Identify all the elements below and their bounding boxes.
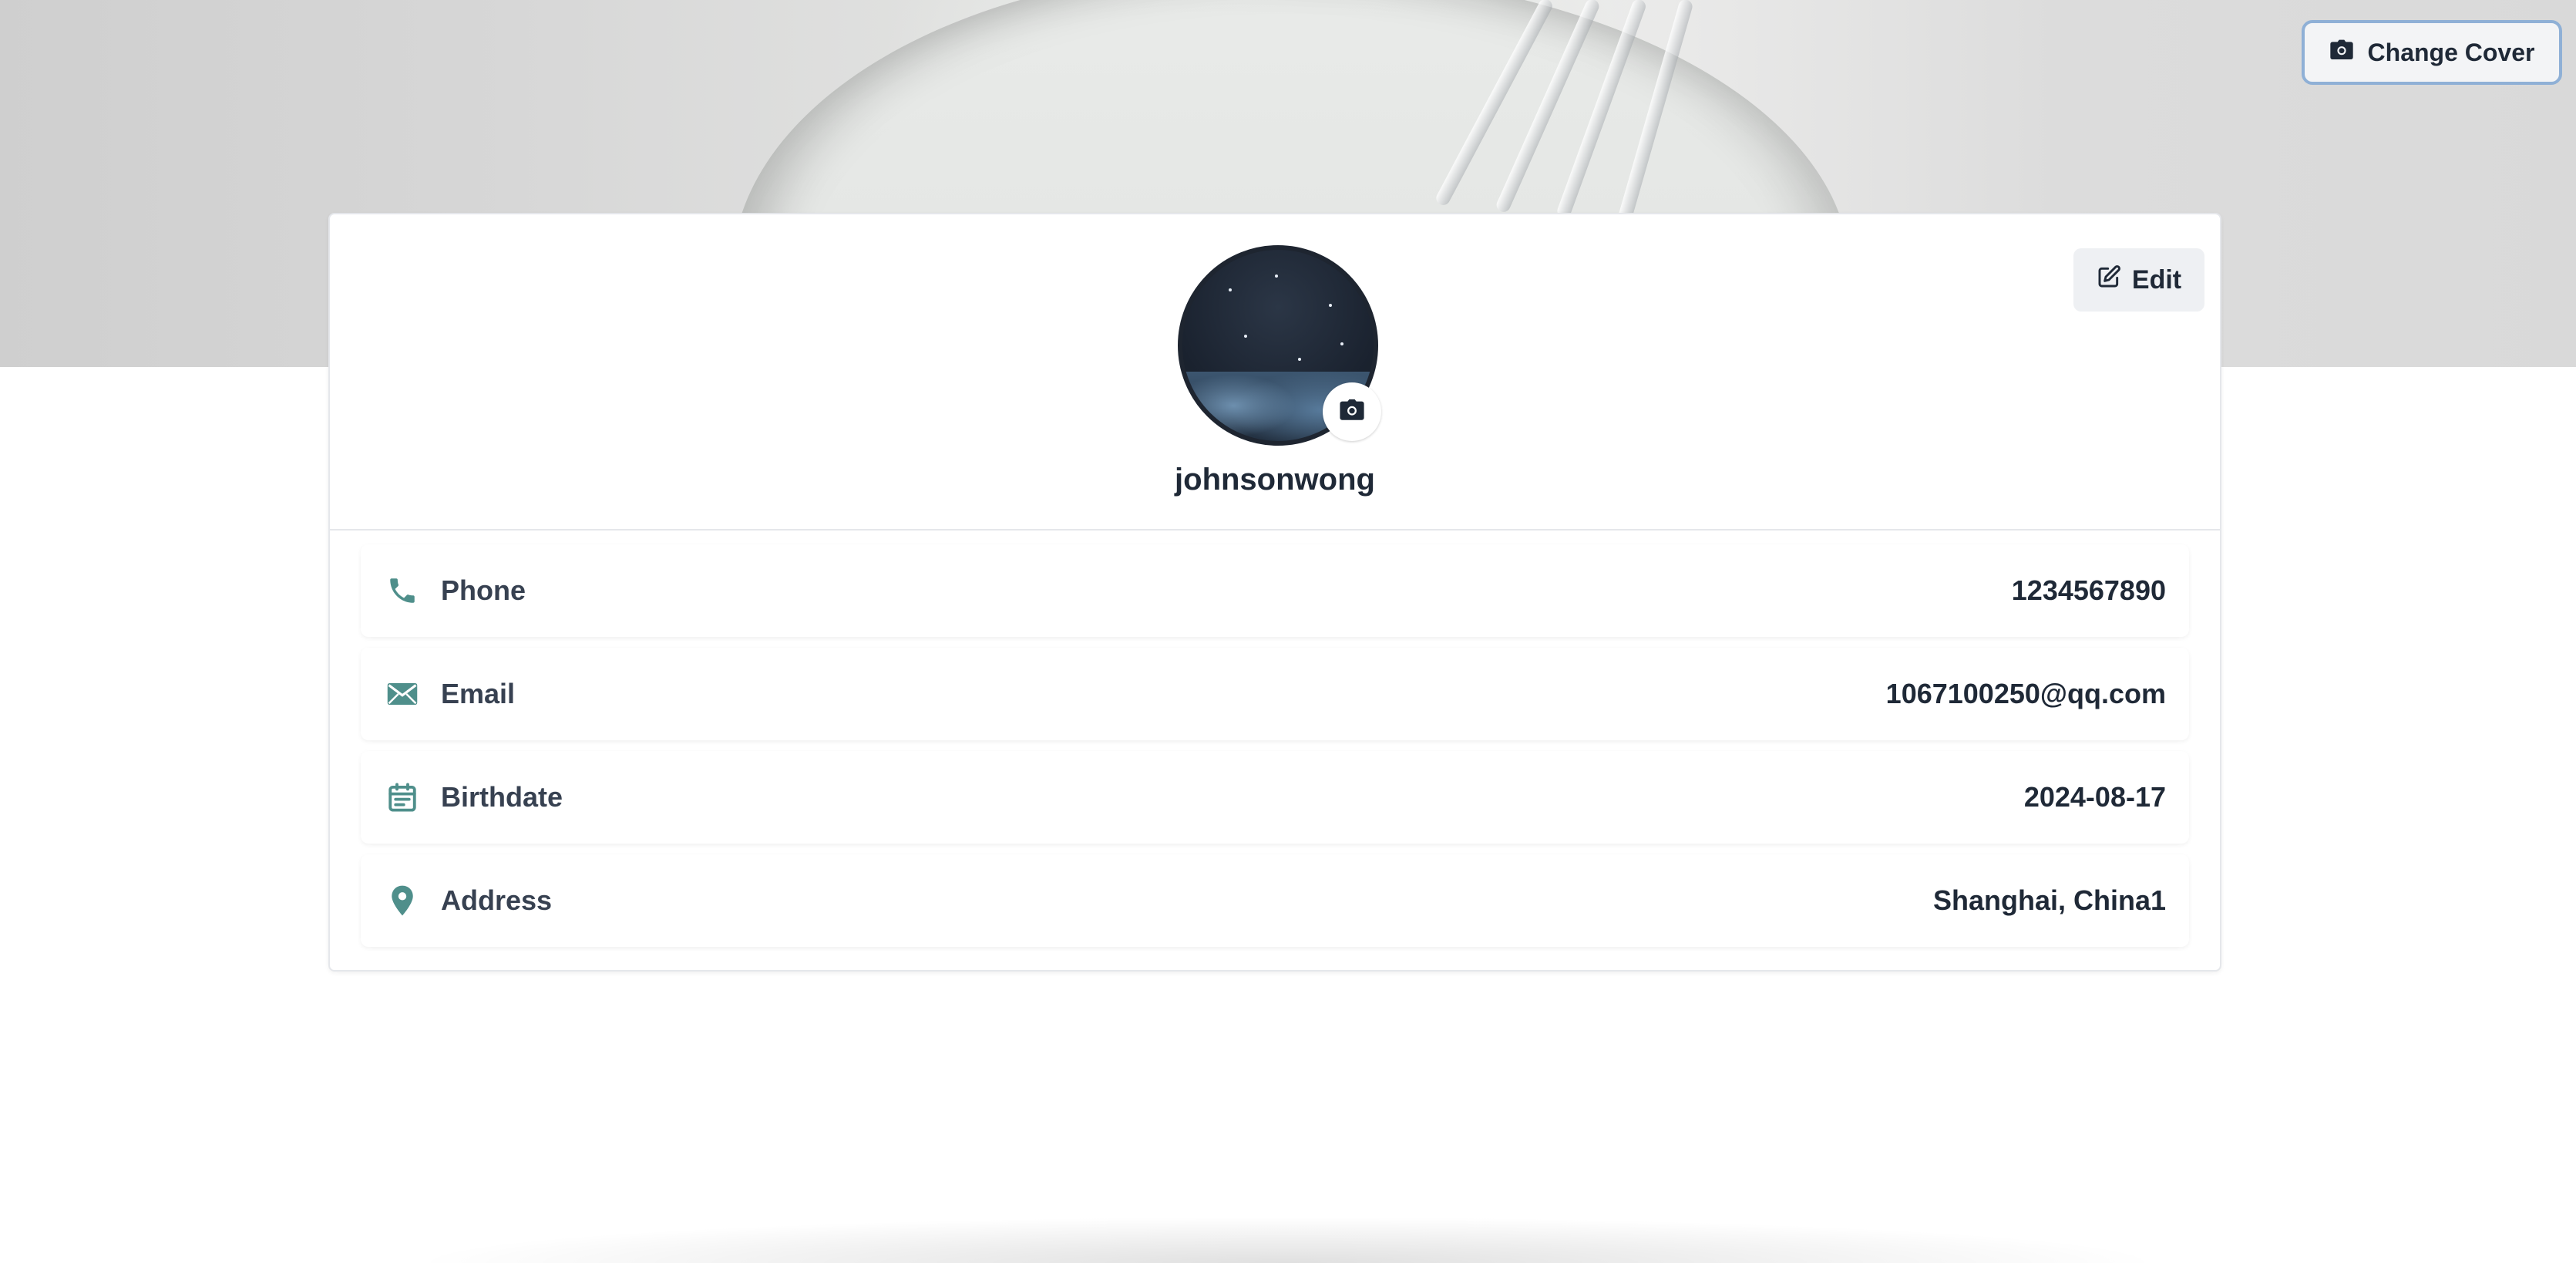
location-pin-icon [384, 882, 421, 919]
profile-details-list: Phone 1234567890 Email 1067100250@qq.com [330, 530, 2220, 947]
bottom-shadow [416, 1217, 2158, 1263]
profile-card: johnsonwong Edit Phone 1234567890 Email … [328, 213, 2221, 972]
field-label: Phone [441, 574, 526, 606]
field-value: 2024-08-17 [2023, 781, 2166, 813]
field-label: Address [441, 884, 553, 916]
calendar-icon [384, 779, 421, 816]
address-row: Address Shanghai, China1 [361, 854, 2189, 947]
edit-button[interactable]: Edit [2073, 248, 2204, 312]
star [1329, 304, 1332, 307]
profile-page: Change Cover johnsonwong Edit Phone 1234… [0, 0, 2576, 1263]
field-value: 1067100250@qq.com [1885, 678, 2166, 709]
field-label: Birthdate [441, 781, 563, 813]
email-row: Email 1067100250@qq.com [361, 648, 2189, 740]
star [1244, 335, 1247, 338]
camera-icon [1339, 399, 1365, 426]
change-cover-label: Change Cover [2367, 38, 2535, 66]
camera-icon [2329, 39, 2354, 67]
star [1340, 342, 1343, 345]
field-value: 1234567890 [2011, 574, 2166, 606]
phone-row: Phone 1234567890 [361, 544, 2189, 637]
phone-icon [384, 572, 421, 609]
birthdate-row: Birthdate 2024-08-17 [361, 751, 2189, 844]
avatar-upload-button[interactable] [1323, 382, 1381, 441]
mail-icon [384, 675, 421, 712]
username: johnsonwong [1175, 463, 1375, 497]
star [1229, 288, 1232, 291]
avatar-container [1178, 245, 1381, 446]
field-value: Shanghai, China1 [1932, 884, 2166, 916]
star [1298, 358, 1301, 361]
profile-header: johnsonwong Edit [330, 214, 2220, 530]
field-label: Email [441, 678, 516, 709]
star [1275, 274, 1278, 278]
edit-icon [2097, 264, 2121, 296]
edit-label: Edit [2131, 264, 2182, 295]
change-cover-button[interactable]: Change Cover [2302, 20, 2562, 85]
